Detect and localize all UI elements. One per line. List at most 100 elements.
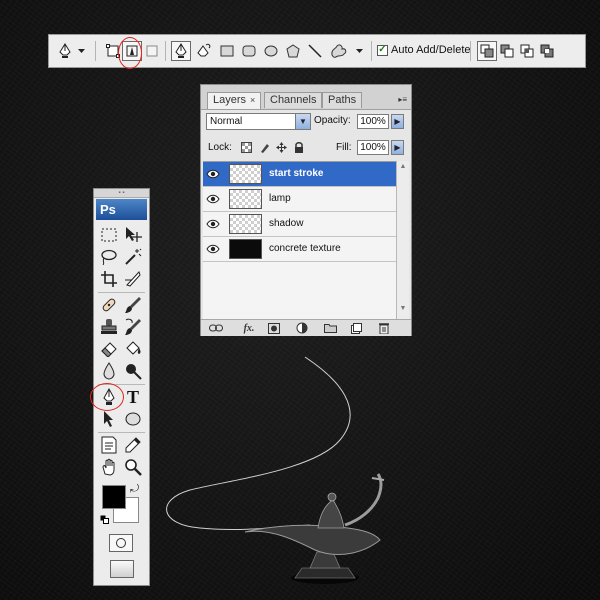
polygon-icon[interactable] bbox=[283, 41, 303, 61]
layer-row-lamp[interactable]: lamp bbox=[203, 187, 396, 212]
fill-field[interactable]: 100% bbox=[357, 140, 389, 155]
layers-panel: Layers × Channels Paths ▸≡ Normal ▼ Opaci… bbox=[200, 84, 412, 336]
dodge-tool-icon[interactable] bbox=[122, 361, 144, 381]
divider bbox=[470, 41, 471, 61]
opacity-slider-arrow-icon[interactable]: ▶ bbox=[391, 114, 404, 129]
add-to-path-icon[interactable] bbox=[477, 41, 497, 61]
lock-move-icon[interactable] bbox=[276, 142, 287, 153]
panel-menu-icon[interactable]: ▸≡ bbox=[398, 95, 407, 104]
layers-footer: fx. bbox=[201, 319, 411, 336]
lock-all-icon[interactable] bbox=[293, 142, 304, 153]
dropdown-arrow-icon[interactable] bbox=[75, 41, 87, 61]
eye-icon[interactable] bbox=[206, 167, 220, 181]
magic-wand-icon[interactable] bbox=[122, 247, 144, 267]
pen-tool-icon[interactable] bbox=[171, 41, 191, 61]
photoshop-logo[interactable]: Ps bbox=[96, 199, 147, 220]
fill-label: Fill: bbox=[336, 142, 352, 153]
tab-layers[interactable]: Layers × bbox=[207, 92, 262, 109]
layer-list-scrollbar[interactable]: ▲ ▼ bbox=[396, 161, 409, 319]
auto-add-delete-checkbox[interactable]: ✓ Auto Add/Delete bbox=[377, 44, 471, 56]
layer-name: concrete texture bbox=[269, 243, 341, 254]
tab-channels-label: Channels bbox=[270, 94, 317, 106]
lock-transparency-icon[interactable] bbox=[241, 142, 252, 153]
rectangle-icon[interactable] bbox=[217, 41, 237, 61]
chevron-down-icon[interactable]: ▼ bbox=[295, 114, 310, 129]
zoom-tool-icon[interactable] bbox=[122, 457, 144, 477]
exclude-path-icon[interactable] bbox=[537, 41, 557, 61]
layer-thumbnail bbox=[229, 164, 262, 184]
layer-row-start-stroke[interactable]: start stroke bbox=[203, 162, 396, 187]
foreground-color-swatch[interactable] bbox=[102, 485, 126, 509]
ellipse-shape-icon[interactable] bbox=[122, 409, 144, 429]
layer-row-shadow[interactable]: shadow bbox=[203, 212, 396, 237]
clone-stamp-icon[interactable] bbox=[98, 317, 120, 337]
annotation-circle-pen-tool bbox=[90, 383, 124, 411]
tab-layers-label: Layers bbox=[213, 94, 247, 106]
layer-thumbnail bbox=[229, 189, 262, 209]
layer-thumbnail bbox=[229, 239, 262, 259]
new-layer-icon[interactable] bbox=[349, 322, 363, 334]
eye-icon[interactable] bbox=[206, 242, 220, 256]
slice-tool-icon[interactable] bbox=[122, 269, 144, 289]
fill-pixels-icon[interactable] bbox=[142, 41, 162, 61]
freeform-pen-icon[interactable] bbox=[195, 41, 215, 61]
intersect-path-icon[interactable] bbox=[517, 41, 537, 61]
lock-brush-icon[interactable] bbox=[259, 142, 270, 153]
notes-tool-icon[interactable] bbox=[98, 435, 120, 455]
type-tool-icon[interactable]: T bbox=[122, 387, 144, 407]
link-layers-icon[interactable] bbox=[209, 322, 223, 334]
eraser-tool-icon[interactable] bbox=[98, 339, 120, 359]
divider bbox=[371, 41, 372, 61]
tab-paths[interactable]: Paths bbox=[322, 92, 363, 108]
layer-row-concrete-texture[interactable]: concrete texture bbox=[203, 237, 396, 262]
lasso-tool-icon[interactable] bbox=[98, 247, 120, 267]
brush-tool-icon[interactable] bbox=[122, 295, 144, 315]
healing-brush-icon[interactable] bbox=[98, 295, 120, 315]
eye-icon[interactable] bbox=[206, 192, 220, 206]
line-icon[interactable] bbox=[305, 41, 325, 61]
ellipse-icon[interactable] bbox=[261, 41, 281, 61]
blend-mode-select[interactable]: Normal ▼ bbox=[206, 113, 311, 130]
blend-mode-value: Normal bbox=[210, 116, 243, 127]
panel-tab-bar: Layers × Channels Paths ▸≡ bbox=[201, 85, 411, 110]
hand-tool-icon[interactable] bbox=[98, 457, 120, 477]
scroll-down-icon[interactable]: ▼ bbox=[398, 305, 408, 315]
opacity-field[interactable]: 100% bbox=[357, 114, 389, 129]
adjustment-layer-icon[interactable] bbox=[295, 322, 309, 334]
crop-tool-icon[interactable] bbox=[98, 269, 120, 289]
default-colors-icon[interactable] bbox=[100, 515, 109, 524]
screen-mode-button[interactable] bbox=[110, 560, 134, 578]
panel-grip[interactable]: ▪ ▪ bbox=[94, 189, 149, 198]
close-icon[interactable]: × bbox=[250, 95, 255, 105]
new-group-icon[interactable] bbox=[323, 322, 337, 334]
path-selection-icon[interactable] bbox=[98, 409, 120, 429]
auto-add-delete-label: Auto Add/Delete bbox=[391, 44, 471, 56]
swap-colors-icon[interactable]: ⤾ bbox=[130, 483, 139, 496]
checkbox-box[interactable]: ✓ bbox=[377, 44, 388, 56]
marquee-tool-icon[interactable] bbox=[98, 225, 120, 245]
eyedropper-tool-icon[interactable] bbox=[122, 435, 144, 455]
lock-label: Lock: bbox=[208, 142, 232, 153]
divider bbox=[165, 41, 166, 61]
layer-mask-icon[interactable] bbox=[267, 322, 281, 334]
blur-tool-icon[interactable] bbox=[98, 361, 120, 381]
pen-preset-icon[interactable] bbox=[55, 41, 75, 61]
scroll-up-icon[interactable]: ▲ bbox=[398, 163, 408, 173]
tab-channels[interactable]: Channels bbox=[264, 92, 323, 108]
subtract-path-icon[interactable] bbox=[497, 41, 517, 61]
divider bbox=[98, 292, 145, 293]
layer-style-icon[interactable]: fx. bbox=[239, 322, 259, 334]
custom-shape-icon[interactable] bbox=[329, 41, 349, 61]
quick-mask-button[interactable] bbox=[109, 534, 133, 552]
fill-slider-arrow-icon[interactable]: ▶ bbox=[391, 140, 404, 155]
eye-icon[interactable] bbox=[206, 217, 220, 231]
paint-bucket-icon[interactable] bbox=[122, 339, 144, 359]
dropdown-arrow-icon[interactable] bbox=[353, 41, 365, 61]
move-tool-icon[interactable] bbox=[122, 225, 144, 245]
opacity-label: Opacity: bbox=[314, 115, 351, 126]
layer-name: shadow bbox=[269, 218, 304, 229]
history-brush-icon[interactable] bbox=[122, 317, 144, 337]
delete-layer-icon[interactable] bbox=[377, 322, 391, 334]
rounded-rectangle-icon[interactable] bbox=[239, 41, 259, 61]
tab-paths-label: Paths bbox=[328, 94, 357, 106]
